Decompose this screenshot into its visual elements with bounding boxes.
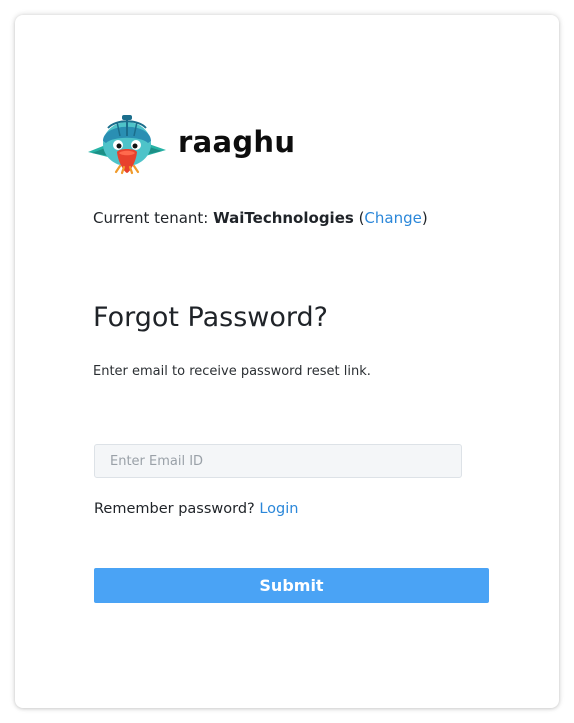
tenant-close-paren: ) [421,209,428,227]
parrot-mascot-icon [88,115,166,175]
brand-header: raaghu [86,114,295,176]
page-subtitle: Enter email to receive password reset li… [93,364,371,379]
page-title: Forgot Password? [93,302,328,333]
email-input[interactable] [94,444,462,478]
tenant-name: WaiTechnologies [213,209,354,227]
current-tenant-line: Current tenant: WaiTechnologies (Change) [93,209,428,227]
remember-password-line: Remember password? Login [94,501,298,517]
submit-button[interactable]: Submit [94,568,489,603]
remember-password-text: Remember password? [94,501,260,517]
change-tenant-link[interactable]: Change [364,209,421,227]
brand-name: raaghu [178,124,296,159]
login-link[interactable]: Login [259,501,298,517]
tenant-prefix: Current tenant: [93,209,214,227]
tenant-open-paren: ( [353,209,365,227]
